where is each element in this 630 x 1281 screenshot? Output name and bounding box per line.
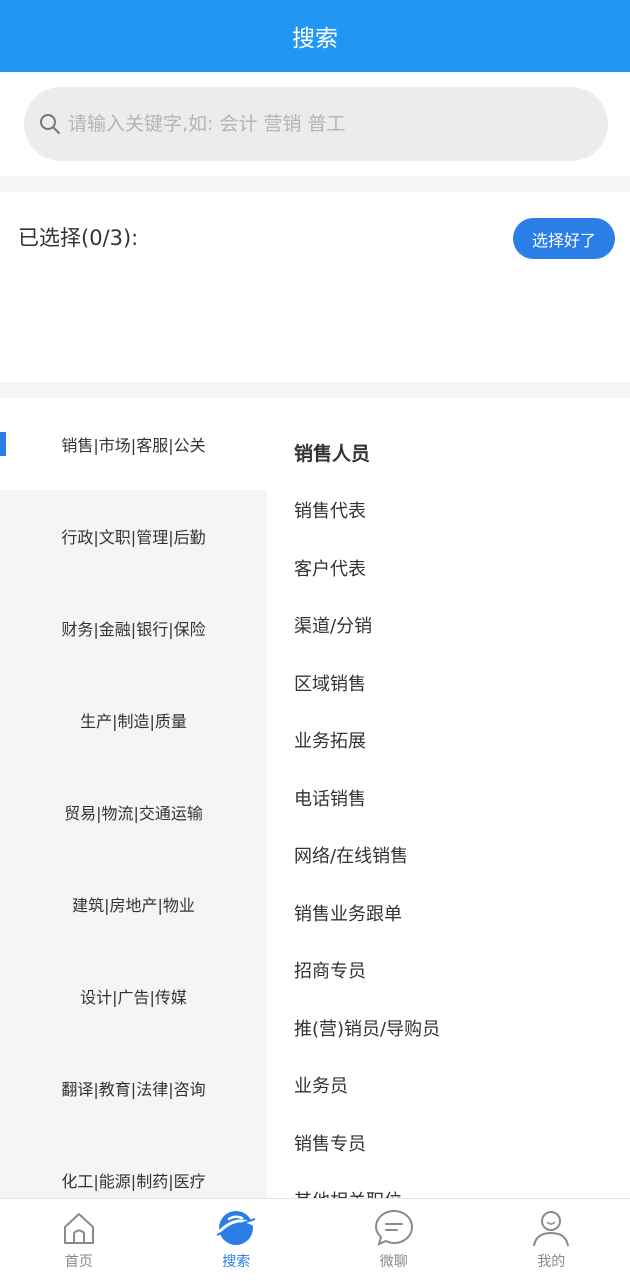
category-item[interactable]: 财务|金融|银行|保险	[0, 582, 267, 674]
category-label: 建筑|房地产|物业	[72, 892, 195, 916]
category-item[interactable]: 设计|广告|传媒	[0, 950, 267, 1042]
home-icon	[58, 1207, 100, 1249]
tab-label: 首页	[65, 1251, 93, 1271]
category-item[interactable]: 建筑|房地产|物业	[0, 858, 267, 950]
divider	[0, 382, 630, 398]
tab-label: 搜索	[222, 1251, 250, 1271]
header-bar: 搜索	[0, 0, 630, 72]
category-item[interactable]: 生产|制造|质量	[0, 674, 267, 766]
category-label: 翻译|教育|法律|咨询	[61, 1076, 205, 1100]
tab-chat[interactable]: 微聊	[315, 1199, 473, 1281]
category-item[interactable]: 销售|市场|客服|公关	[0, 398, 267, 490]
bottom-tab-bar: 首页 搜索 微聊 我的	[0, 1198, 630, 1281]
category-label: 设计|广告|传媒	[80, 984, 187, 1008]
job-item[interactable]: 其他相关职位	[267, 1172, 630, 1199]
category-item[interactable]: 翻译|教育|法律|咨询	[0, 1042, 267, 1134]
job-item[interactable]: 招商专员	[267, 942, 630, 1000]
search-section	[0, 72, 630, 176]
job-item[interactable]: 渠道/分销	[267, 597, 630, 655]
category-label: 财务|金融|银行|保险	[61, 616, 205, 640]
job-item[interactable]: 推(营)销员/导购员	[267, 999, 630, 1057]
job-item[interactable]: 区域销售	[267, 654, 630, 712]
user-icon	[530, 1207, 572, 1249]
category-browser: 销售|市场|客服|公关行政|文职|管理|后勤财务|金融|银行|保险生产|制造|质…	[0, 398, 630, 1198]
category-label: 行政|文职|管理|后勤	[61, 524, 205, 548]
category-item[interactable]: 贸易|物流|交通运输	[0, 766, 267, 858]
search-icon	[38, 111, 64, 137]
tab-user[interactable]: 我的	[473, 1199, 630, 1281]
tab-label: 微聊	[380, 1251, 408, 1271]
job-item[interactable]: 业务拓展	[267, 712, 630, 770]
job-item[interactable]: 销售人员	[267, 424, 630, 482]
confirm-selection-button[interactable]: 选择好了	[513, 218, 615, 259]
tab-planet[interactable]: 搜索	[158, 1199, 316, 1281]
category-label: 化工|能源|制药|医疗	[61, 1168, 205, 1192]
job-item[interactable]: 销售业务跟单	[267, 884, 630, 942]
page-title: 搜索	[292, 19, 338, 53]
job-item[interactable]: 业务员	[267, 1057, 630, 1115]
category-label: 销售|市场|客服|公关	[61, 432, 205, 456]
job-list: 销售人员销售代表客户代表渠道/分销区域销售业务拓展电话销售网络/在线销售销售业务…	[267, 398, 630, 1198]
category-label: 贸易|物流|交通运输	[64, 800, 203, 824]
category-item[interactable]: 化工|能源|制药|医疗	[0, 1134, 267, 1198]
active-indicator	[0, 432, 6, 456]
job-item[interactable]: 客户代表	[267, 539, 630, 597]
category-label: 生产|制造|质量	[80, 708, 187, 732]
job-item[interactable]: 销售专员	[267, 1114, 630, 1172]
search-box[interactable]	[24, 87, 608, 161]
planet-icon	[215, 1207, 257, 1249]
category-list: 销售|市场|客服|公关行政|文职|管理|后勤财务|金融|银行|保险生产|制造|质…	[0, 398, 267, 1198]
selected-count-label: 已选择(0/3):	[18, 222, 138, 252]
chat-icon	[373, 1207, 415, 1249]
tab-home[interactable]: 首页	[0, 1199, 158, 1281]
selected-panel: 已选择(0/3): 选择好了	[0, 192, 630, 382]
job-item[interactable]: 电话销售	[267, 769, 630, 827]
divider	[0, 176, 630, 192]
job-item[interactable]: 网络/在线销售	[267, 827, 630, 885]
category-item[interactable]: 行政|文职|管理|后勤	[0, 490, 267, 582]
search-input[interactable]	[66, 103, 590, 145]
job-item[interactable]: 销售代表	[267, 482, 630, 540]
tab-label: 我的	[537, 1251, 565, 1271]
